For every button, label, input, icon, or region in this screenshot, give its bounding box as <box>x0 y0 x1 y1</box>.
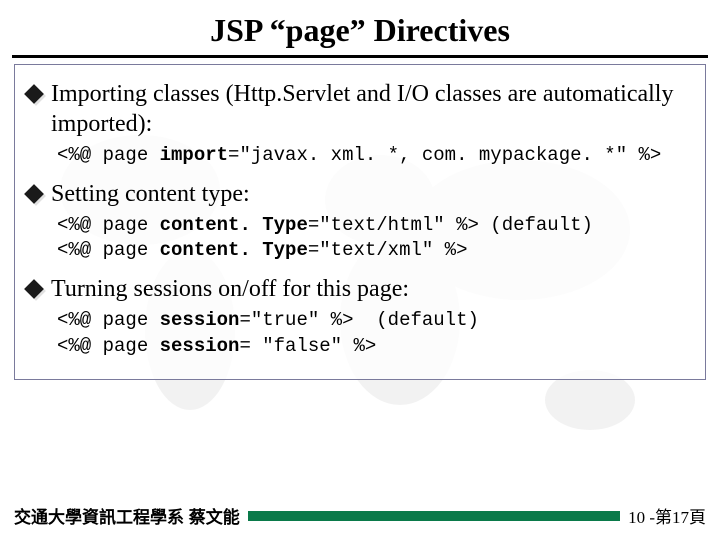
code-keyword: content. Type <box>160 214 308 236</box>
code-keyword: content. Type <box>160 239 308 261</box>
footer-bar <box>248 511 620 521</box>
slide-title: JSP “page” Directives <box>0 0 720 55</box>
code-block: <%@ page session="true" %> (default) <%@… <box>57 308 699 359</box>
bullet-text: Setting content type: <box>51 179 250 209</box>
diamond-bullet-icon <box>25 85 43 103</box>
slide: JSP “page” Directives Importing classes … <box>0 0 720 540</box>
code-block: <%@ page content. Type="text/html" %> (d… <box>57 213 699 264</box>
bullet-item: Turning sessions on/off for this page: <box>21 274 699 304</box>
code-open: <%@ page <box>57 214 160 236</box>
diamond-bullet-icon <box>25 280 43 298</box>
bullet-text: Importing classes (Http.Servlet and I/O … <box>51 79 699 139</box>
code-open: <%@ page <box>57 335 160 357</box>
code-keyword: import <box>160 144 228 166</box>
footer-page-number: 10 -第17頁 <box>628 503 706 528</box>
content-box: Importing classes (Http.Servlet and I/O … <box>14 64 706 380</box>
diamond-bullet-icon <box>25 185 43 203</box>
footer-author: 交通大學資訊工程學系 蔡文能 <box>14 503 240 528</box>
code-open: <%@ page <box>57 239 160 261</box>
code-keyword: session <box>160 335 240 357</box>
code-block: <%@ page import="javax. xml. *, com. myp… <box>57 143 699 169</box>
code-keyword: session <box>160 309 240 331</box>
code-rest: ="true" %> (default) <box>239 309 478 331</box>
bullet-text: Turning sessions on/off for this page: <box>51 274 409 304</box>
code-rest: ="javax. xml. *, com. mypackage. *" %> <box>228 144 661 166</box>
code-rest: ="text/html" %> (default) <box>308 214 593 236</box>
title-underline <box>12 55 708 58</box>
bullet-item: Setting content type: <box>21 179 699 209</box>
code-rest: = "false" %> <box>239 335 376 357</box>
code-open: <%@ page <box>57 309 160 331</box>
bullet-item: Importing classes (Http.Servlet and I/O … <box>21 79 699 139</box>
code-open: <%@ page <box>57 144 160 166</box>
footer: 交通大學資訊工程學系 蔡文能 10 -第17頁 <box>0 503 720 528</box>
code-rest: ="text/xml" %> <box>308 239 468 261</box>
